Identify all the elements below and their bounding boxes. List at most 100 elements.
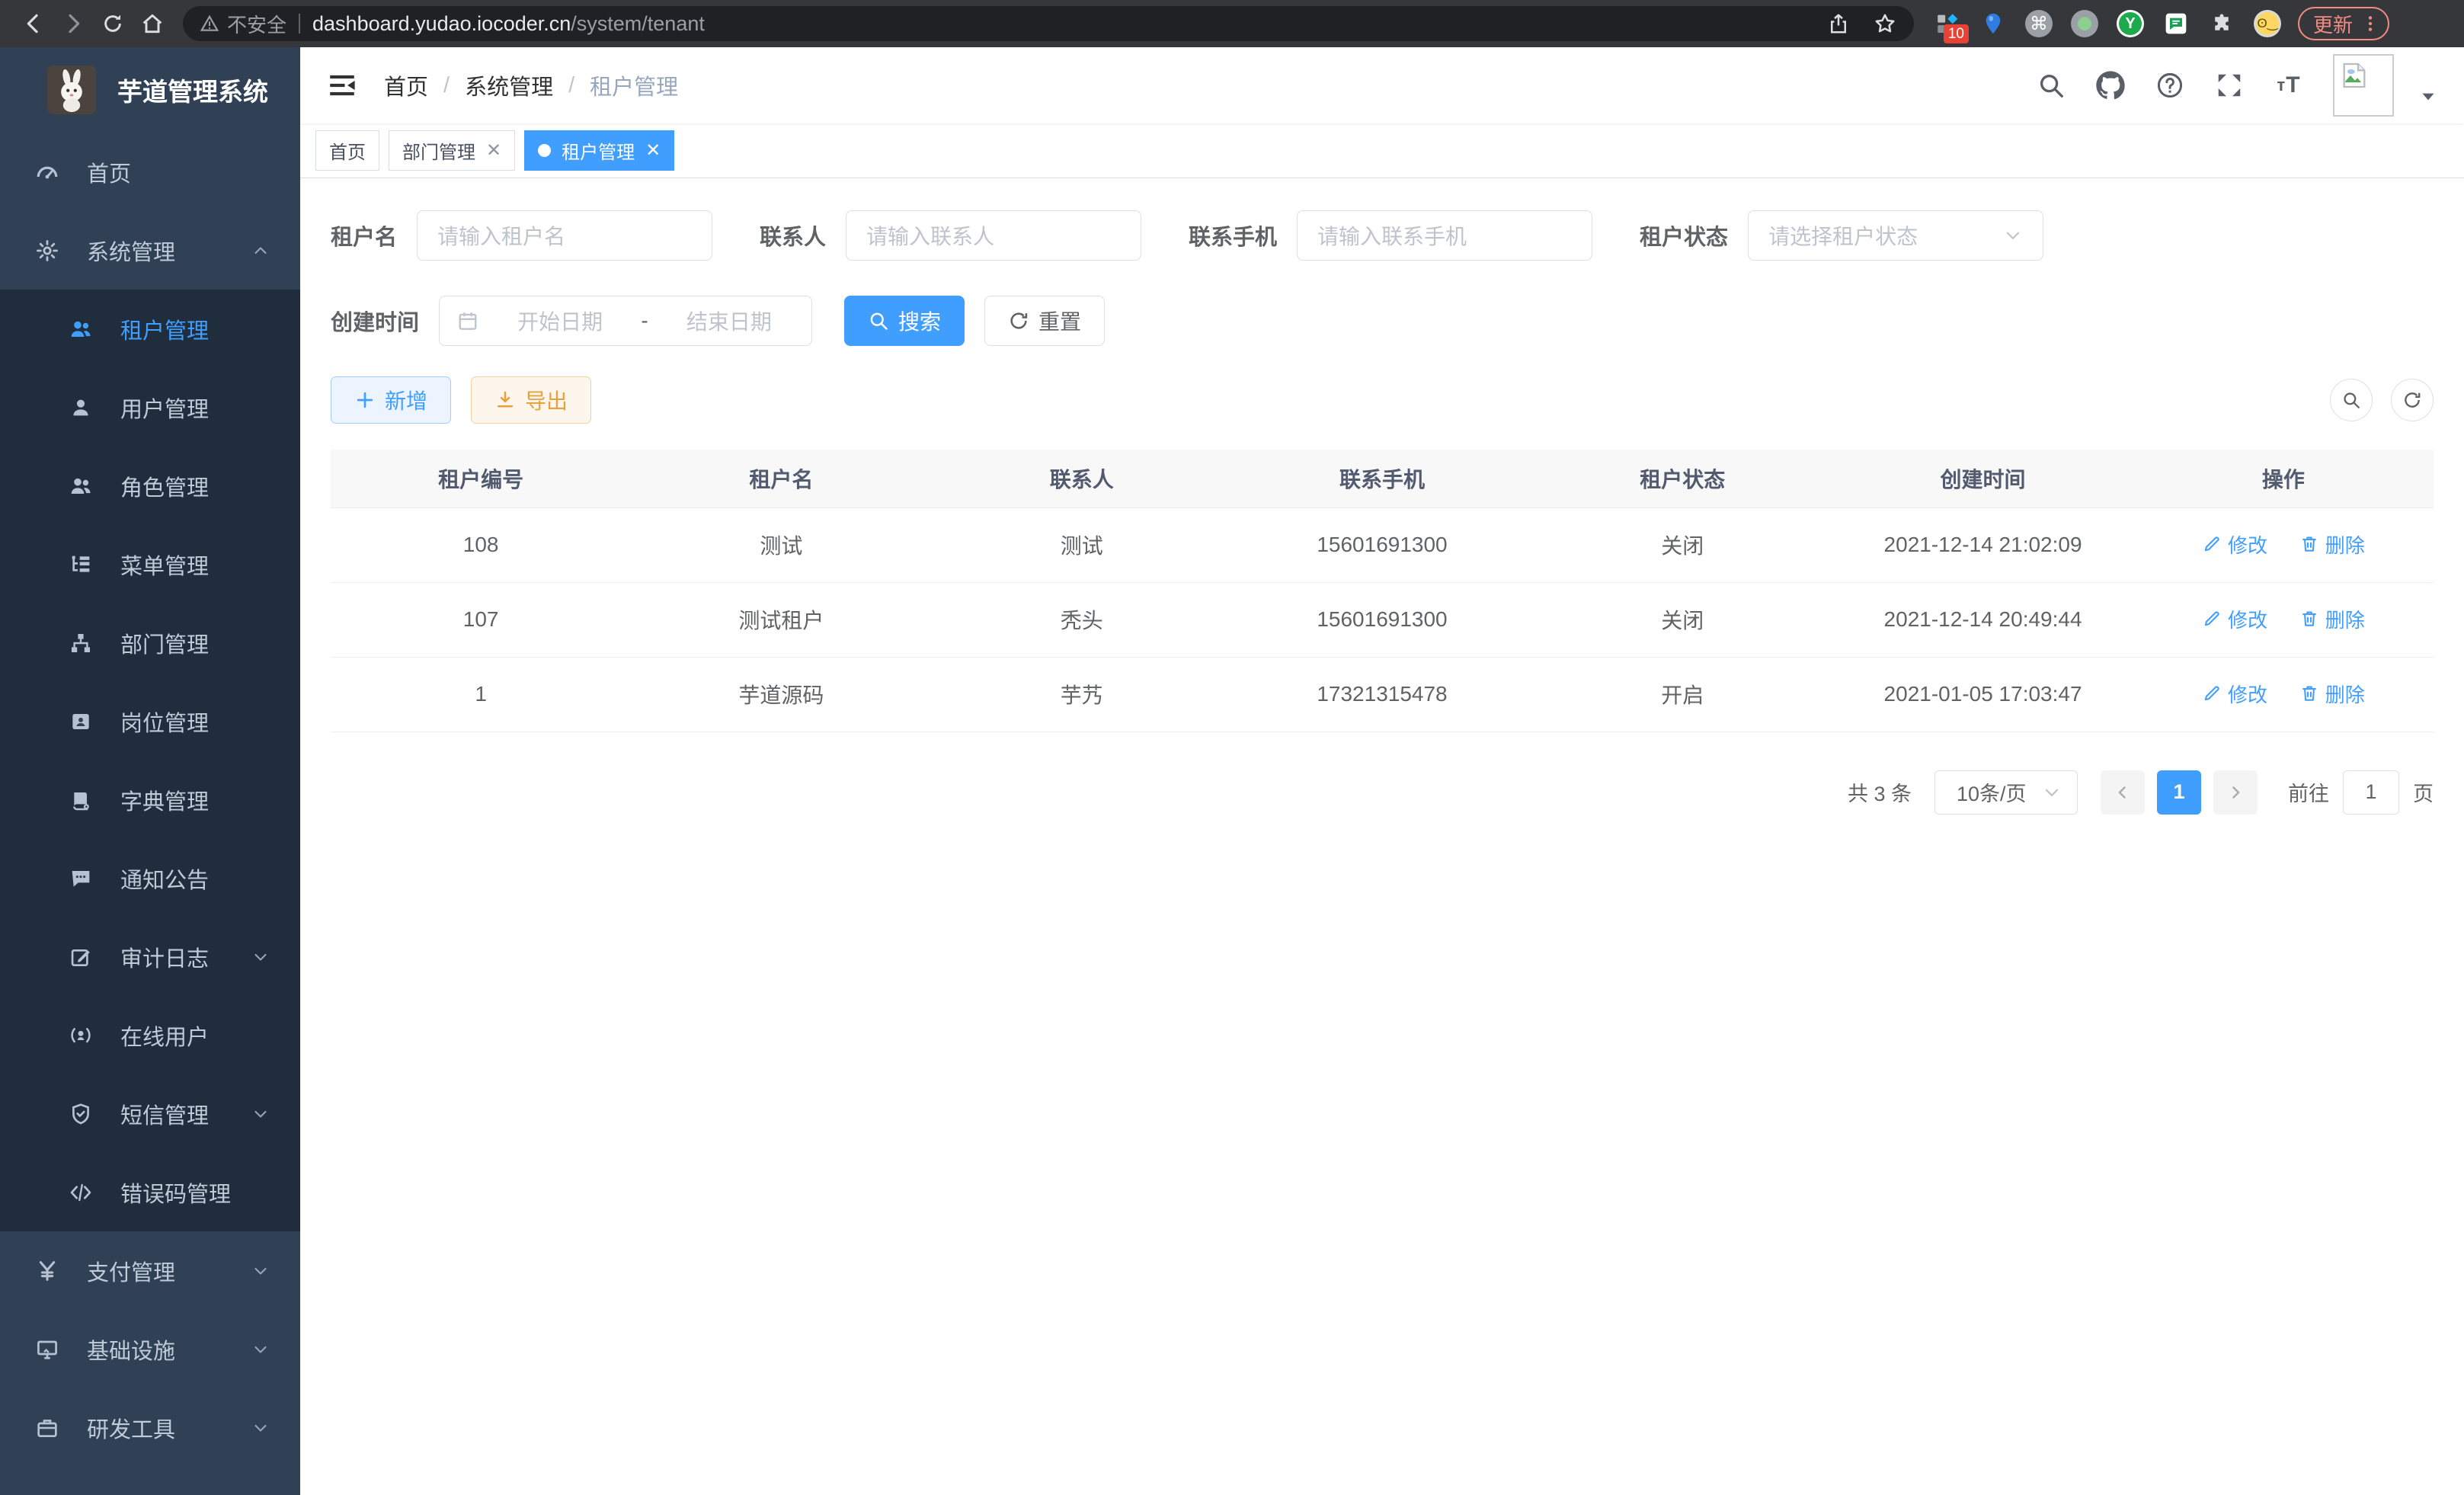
app-title: 芋道管理系统 [117, 72, 268, 108]
share-icon[interactable] [1827, 12, 1850, 35]
export-button[interactable]: 导出 [471, 376, 591, 424]
pencil-icon [2202, 609, 2222, 629]
breadcrumb-current: 租户管理 [590, 69, 678, 101]
forward-button[interactable] [53, 4, 93, 43]
sidebar-item-系统管理[interactable]: 系统管理 [0, 211, 300, 290]
chevron-down-icon [251, 1419, 270, 1437]
close-icon[interactable]: ✕ [645, 142, 661, 160]
edit-link[interactable]: 修改 [2202, 680, 2267, 708]
sidebar-item-基础设施[interactable]: 基础设施 [0, 1310, 300, 1388]
mobile-input[interactable]: 请输入联系手机 [1297, 210, 1592, 261]
help-icon[interactable] [2155, 70, 2185, 101]
sidebar-item-错误码管理[interactable]: 错误码管理 [0, 1153, 300, 1231]
add-button[interactable]: 新增 [331, 376, 451, 424]
menu-tree-icon [69, 552, 93, 577]
pagination: 共 3 条 10条/页 1 前往 1 页 [331, 770, 2434, 815]
fullscreen-icon[interactable] [2214, 70, 2245, 101]
font-size-icon[interactable]: тT [2274, 70, 2304, 101]
app-logo[interactable]: 芋道管理系统 [0, 47, 300, 133]
chat-icon[interactable] [2162, 10, 2190, 37]
edit-link[interactable]: 修改 [2202, 605, 2267, 633]
start-date-input[interactable]: 开始日期 [494, 306, 626, 336]
toggle-search-button[interactable] [2330, 379, 2373, 421]
roles-icon [69, 474, 93, 498]
sidebar-item-字典管理[interactable]: 字典管理 [0, 760, 300, 839]
prev-page-button[interactable] [2101, 770, 2145, 815]
tab-tenant-active[interactable]: 租户管理 ✕ [524, 130, 674, 171]
browser-menu-icon[interactable] [2360, 14, 2380, 34]
sidebar-item-用户管理[interactable]: 用户管理 [0, 368, 300, 447]
sidebar-item-label: 错误码管理 [120, 1176, 231, 1208]
cell-tenant-id: 107 [331, 582, 631, 657]
breadcrumb-home[interactable]: 首页 [384, 69, 428, 101]
address-bar[interactable]: 不安全 dashboard.yudao.iocoder.cn/system/te… [183, 6, 1914, 41]
sidebar-item-部门管理[interactable]: 部门管理 [0, 603, 300, 682]
sidebar-item-研发工具[interactable]: 研发工具 [0, 1388, 300, 1467]
column-header: 租户状态 [1532, 450, 1832, 507]
cell-status: 关闭 [1532, 582, 1832, 657]
contact-input[interactable]: 请输入联系人 [846, 210, 1141, 261]
error-code-icon [69, 1180, 93, 1205]
back-button[interactable] [14, 4, 53, 43]
search-button[interactable]: 搜索 [844, 296, 965, 346]
breadcrumb: 首页 / 系统管理 / 租户管理 [384, 69, 678, 101]
tab-home[interactable]: 首页 [315, 130, 379, 171]
next-page-button[interactable] [2213, 770, 2258, 815]
sidebar-item-租户管理[interactable]: 租户管理 [0, 290, 300, 368]
delete-link[interactable]: 删除 [2299, 530, 2365, 559]
page-size-select[interactable]: 10条/页 [1934, 770, 2078, 815]
github-icon[interactable] [2095, 70, 2126, 101]
end-date-input[interactable]: 结束日期 [664, 306, 795, 336]
sidebar: 芋道管理系统 首页 系统管理 租户管理 用户管理 角色管理 [0, 47, 300, 1495]
refresh-icon [2402, 390, 2422, 410]
grid-diamond-icon[interactable]: 10 [1934, 10, 1961, 37]
reset-button[interactable]: 重置 [984, 296, 1105, 346]
sidebar-item-支付管理[interactable]: 支付管理 [0, 1231, 300, 1310]
edit-link[interactable]: 修改 [2202, 530, 2267, 559]
puzzle-icon[interactable] [2208, 10, 2235, 37]
delete-link[interactable]: 删除 [2299, 605, 2365, 633]
record-icon[interactable] [2071, 10, 2098, 37]
sidebar-collapse-icon[interactable] [326, 69, 358, 101]
user-avatar[interactable] [2333, 54, 2394, 117]
sidebar-item-岗位管理[interactable]: 岗位管理 [0, 682, 300, 760]
trash-icon [2299, 609, 2319, 629]
goto-page-input[interactable]: 1 [2343, 770, 2399, 815]
sidebar-item-在线用户[interactable]: 在线用户 [0, 996, 300, 1074]
cell-tenant-id: 108 [331, 507, 631, 582]
sidebar-item-菜单管理[interactable]: 菜单管理 [0, 525, 300, 603]
chrome-update-button[interactable]: 更新 [2298, 7, 2389, 40]
sidebar-item-通知公告[interactable]: 通知公告 [0, 839, 300, 917]
sidebar-item-首页[interactable]: 首页 [0, 133, 300, 211]
tenant-name-input[interactable]: 请输入租户名 [417, 210, 712, 261]
date-range-picker[interactable]: 开始日期 - 结束日期 [439, 296, 812, 346]
cell-actions: 修改 删除 [2133, 582, 2434, 657]
sidebar-item-角色管理[interactable]: 角色管理 [0, 447, 300, 525]
status-select[interactable]: 请选择租户状态 [1748, 210, 2043, 261]
sidebar-item-审计日志[interactable]: 审计日志 [0, 917, 300, 996]
bookmark-star-icon[interactable] [1873, 11, 1897, 36]
cell-created-time: 2021-12-14 21:02:09 [1832, 507, 2133, 582]
breadcrumb-system[interactable]: 系统管理 [465, 69, 553, 101]
sms-shield-icon [69, 1102, 93, 1126]
sidebar-item-label: 支付管理 [87, 1255, 175, 1287]
refresh-table-button[interactable] [2391, 379, 2434, 421]
page-number-button[interactable]: 1 [2157, 770, 2201, 815]
delete-link[interactable]: 删除 [2299, 680, 2365, 708]
table-row: 1 芋道源码 芋艿 17321315478 开启 2021-01-05 17:0… [331, 657, 2434, 731]
header-search-icon[interactable] [2036, 70, 2066, 101]
command-icon[interactable]: ⌘ [2025, 10, 2053, 37]
sidebar-item-短信管理[interactable]: 短信管理 [0, 1074, 300, 1153]
online-user-icon [69, 1023, 93, 1048]
yu-icon[interactable]: Y [2117, 10, 2144, 37]
arrow-left-icon [2114, 783, 2132, 802]
reload-button[interactable] [93, 4, 133, 43]
pin-icon[interactable] [1979, 10, 2007, 37]
tab-dept[interactable]: 部门管理 ✕ [389, 130, 515, 171]
close-icon[interactable]: ✕ [486, 142, 501, 160]
emoji-avatar-icon[interactable]: ʘ‿ [2254, 10, 2281, 37]
home-button[interactable] [133, 4, 172, 43]
extensions-area: 10 ⌘ Y ʘ‿ [1934, 10, 2281, 37]
avatar-caret-down-icon[interactable] [2418, 87, 2438, 107]
infra-monitor-icon [35, 1337, 59, 1362]
